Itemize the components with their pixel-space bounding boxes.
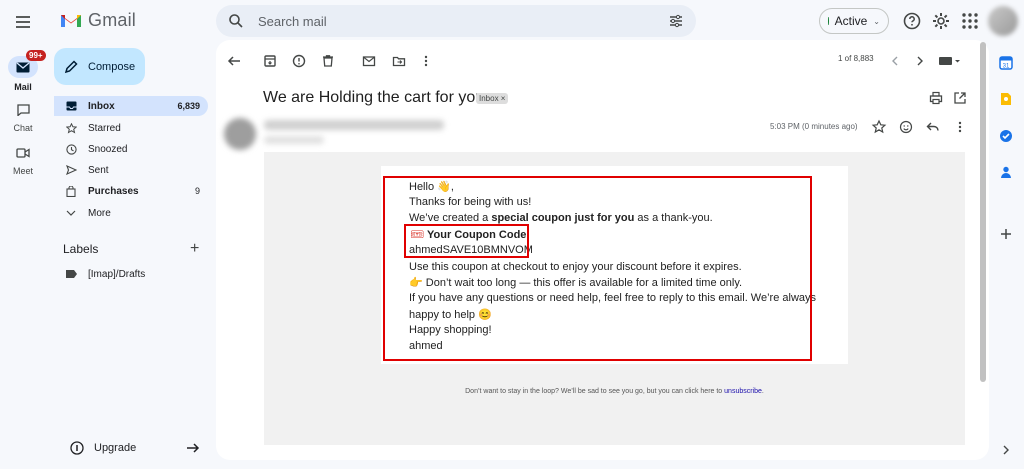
gmail-m-icon <box>61 15 81 27</box>
shopping-bag-icon <box>64 185 78 197</box>
status-selector[interactable]: Active ⌄ <box>819 8 889 34</box>
nav-purchases-label: Purchases <box>88 185 139 197</box>
status-dot <box>828 17 829 25</box>
help-icon[interactable] <box>902 11 922 31</box>
search-input[interactable]: Search mail <box>258 14 668 29</box>
send-icon <box>64 165 78 175</box>
highlight-box-message <box>383 176 812 361</box>
nav-snoozed-label: Snoozed <box>88 143 128 155</box>
upgrade-info-icon <box>70 441 84 455</box>
rail-meet-label: Meet <box>12 166 33 176</box>
status-label: Active <box>834 14 868 28</box>
scrollbar-thumb[interactable] <box>980 42 986 382</box>
unsubscribe-link[interactable]: unsubscribe <box>724 388 762 395</box>
chevron-down-icon: ⌄ <box>873 16 880 26</box>
upgrade-button[interactable]: Upgrade <box>60 437 200 459</box>
rail-mail[interactable]: 99+ Mail <box>0 50 46 92</box>
expand-panel-chevron-icon[interactable] <box>996 440 1016 460</box>
nav-purchases-count: 9 <box>194 186 200 196</box>
search-icon[interactable] <box>228 13 244 29</box>
sender-avatar[interactable] <box>224 118 256 150</box>
email-footer: Don’t want to stay in the loop? We’ll be… <box>264 388 965 395</box>
label-tag-icon <box>64 270 78 278</box>
search-bar[interactable]: Search mail <box>216 5 696 37</box>
print-icon[interactable] <box>928 90 944 106</box>
gmail-logo[interactable]: Gmail <box>60 10 136 31</box>
open-new-window-icon[interactable] <box>952 90 968 106</box>
contacts-icon[interactable] <box>996 162 1016 182</box>
nav-inbox[interactable]: Inbox 6,839 <box>54 96 208 116</box>
svg-text:31: 31 <box>1003 64 1010 70</box>
rail-mail-label: Mail <box>14 82 32 92</box>
footer-end: . <box>761 388 764 395</box>
inbox-label-chip[interactable]: Inbox × <box>476 93 509 104</box>
add-label-icon[interactable]: + <box>190 240 199 258</box>
sender-name-redacted <box>264 120 444 130</box>
nav-purchases[interactable]: Purchases 9 <box>54 181 208 201</box>
rail-chat-label: Chat <box>13 123 33 133</box>
older-chevron-right-icon[interactable] <box>912 53 928 69</box>
unread-badge: 99+ <box>26 50 46 61</box>
nav-starred-label: Starred <box>88 122 121 134</box>
mark-unread-icon[interactable] <box>361 53 377 69</box>
highlight-box-coupon <box>404 224 529 258</box>
star-icon <box>64 122 78 134</box>
keep-icon[interactable] <box>996 89 1016 109</box>
reply-icon[interactable] <box>925 119 941 135</box>
compose-button[interactable]: Compose <box>54 48 145 85</box>
delete-icon[interactable] <box>320 53 336 69</box>
report-spam-icon[interactable] <box>291 53 307 69</box>
back-arrow-icon[interactable] <box>226 53 242 69</box>
tasks-icon[interactable] <box>996 126 1016 146</box>
video-camera-icon <box>12 144 34 162</box>
label-item[interactable]: [Imap]/Drafts <box>54 264 208 284</box>
email-subject: We are Holding the cart for you <box>263 89 485 106</box>
rail-meet[interactable]: Meet <box>0 144 46 176</box>
emoji-react-icon[interactable] <box>898 119 914 135</box>
newer-chevron-left-icon[interactable] <box>887 53 903 69</box>
nav-inbox-count: 6,839 <box>177 101 200 111</box>
rail-chat[interactable]: Chat <box>0 101 46 133</box>
add-addon-icon[interactable] <box>996 224 1016 244</box>
chevron-down-icon <box>64 210 78 216</box>
clock-icon <box>64 143 78 155</box>
nav-more[interactable]: More <box>54 203 208 223</box>
nav-more-label: More <box>88 207 111 219</box>
compose-label: Compose <box>88 60 136 73</box>
page-count: 1 of 8,883 <box>838 54 874 63</box>
move-to-icon[interactable] <box>391 53 407 69</box>
archive-icon[interactable] <box>262 53 278 69</box>
recipient-redacted <box>264 136 324 144</box>
input-tools-keyboard-icon[interactable] <box>938 53 962 69</box>
footer-text: Don’t want to stay in the loop? We’ll be… <box>465 388 725 395</box>
star-icon[interactable] <box>871 119 887 135</box>
labels-heading: Labels <box>63 242 99 256</box>
pencil-icon <box>64 59 78 73</box>
apps-grid-icon[interactable] <box>960 11 980 31</box>
label-item-name: [Imap]/Drafts <box>88 268 146 280</box>
search-options-icon[interactable] <box>668 13 684 29</box>
settings-gear-icon[interactable] <box>931 11 951 31</box>
nav-sent-label: Sent <box>88 164 109 176</box>
inbox-icon <box>64 101 78 111</box>
account-avatar[interactable] <box>988 6 1018 36</box>
nav-inbox-label: Inbox <box>88 100 115 112</box>
message-more-icon[interactable] <box>952 119 968 135</box>
more-options-icon[interactable] <box>418 53 434 69</box>
app-name: Gmail <box>88 10 137 30</box>
nav-starred[interactable]: Starred <box>54 118 208 138</box>
main-menu-icon[interactable] <box>13 12 33 32</box>
nav-snoozed[interactable]: Snoozed <box>54 139 208 159</box>
mail-icon: 99+ <box>8 50 46 78</box>
arrow-right-icon <box>187 443 200 453</box>
upgrade-label: Upgrade <box>94 442 137 454</box>
nav-sent[interactable]: Sent <box>54 160 208 180</box>
chat-icon <box>12 101 34 119</box>
message-timestamp: 5:03 PM (0 minutes ago) <box>770 122 858 131</box>
calendar-icon[interactable]: 31 <box>996 53 1016 73</box>
